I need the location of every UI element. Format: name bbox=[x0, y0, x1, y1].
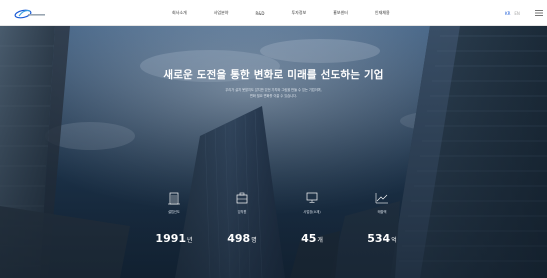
top-header: 회사소개 사업분야 R&D 투자정보 홍보센터 인재채용 KR EN bbox=[0, 0, 547, 26]
monitor-icon bbox=[306, 192, 318, 203]
nav-item-pr[interactable]: 홍보센터 bbox=[333, 10, 348, 16]
stat-unit-revenue: 억 bbox=[391, 237, 397, 244]
hero-subcopy: 우리가 살지 못할지도 않지만 있던 가치와 그림을 만들 수 있는 기업이며,… bbox=[0, 88, 547, 99]
stat-unit-employees: 명 bbox=[251, 237, 257, 244]
lang-kr[interactable]: KR bbox=[505, 11, 510, 16]
stat-value-employees: 498명 bbox=[202, 232, 282, 245]
hero-subcopy-line-2: 변화 필요 변화를 이끌 수 있습니다. bbox=[249, 93, 298, 98]
page: 회사소개 사업분야 R&D 투자정보 홍보센터 인재채용 KR EN 새로운 도… bbox=[0, 0, 547, 278]
stat-label-sites: 사업장(소재) bbox=[303, 210, 321, 214]
nav-item-business[interactable]: 사업분야 bbox=[214, 10, 229, 16]
nav-item-careers[interactable]: 인재채용 bbox=[375, 10, 390, 16]
nav-item-company[interactable]: 회사소개 bbox=[172, 10, 187, 16]
stat-label-employees: 임직원 bbox=[237, 210, 247, 214]
stat-value-sites: 45개 bbox=[272, 232, 352, 245]
main-nav: 회사소개 사업분야 R&D 투자정보 홍보센터 인재채용 bbox=[172, 0, 417, 26]
stat-number-employees: 498 bbox=[227, 232, 251, 245]
hero-headline: 새로운 도전을 통한 변화로 미래를 선도하는 기업 bbox=[163, 69, 384, 81]
stat-unit-sites: 개 bbox=[317, 237, 323, 244]
hamburger-menu-icon[interactable] bbox=[535, 10, 543, 16]
lang-en[interactable]: EN bbox=[514, 11, 520, 16]
chart-up-icon bbox=[375, 193, 388, 204]
stat-number-founded: 1991 bbox=[155, 232, 187, 245]
company-logo[interactable] bbox=[14, 5, 48, 21]
stat-label-revenue: 매출액 bbox=[377, 210, 387, 214]
stat-unit-founded: 년 bbox=[187, 237, 193, 244]
building-icon bbox=[168, 192, 180, 205]
stat-number-revenue: 534 bbox=[367, 232, 391, 245]
briefcase-icon bbox=[236, 192, 248, 204]
nav-item-rnd[interactable]: R&D bbox=[255, 11, 264, 16]
language-switcher: KR EN bbox=[505, 11, 524, 16]
stat-label-founded: 설립년도 bbox=[168, 210, 180, 214]
stat-number-sites: 45 bbox=[301, 232, 317, 245]
stat-value-revenue: 534억 bbox=[342, 232, 422, 245]
nav-item-investor[interactable]: 투자정보 bbox=[291, 10, 306, 16]
hero-banner: 새로운 도전을 통한 변화로 미래를 선도하는 기업 우리가 살지 못할지도 않… bbox=[0, 26, 547, 278]
